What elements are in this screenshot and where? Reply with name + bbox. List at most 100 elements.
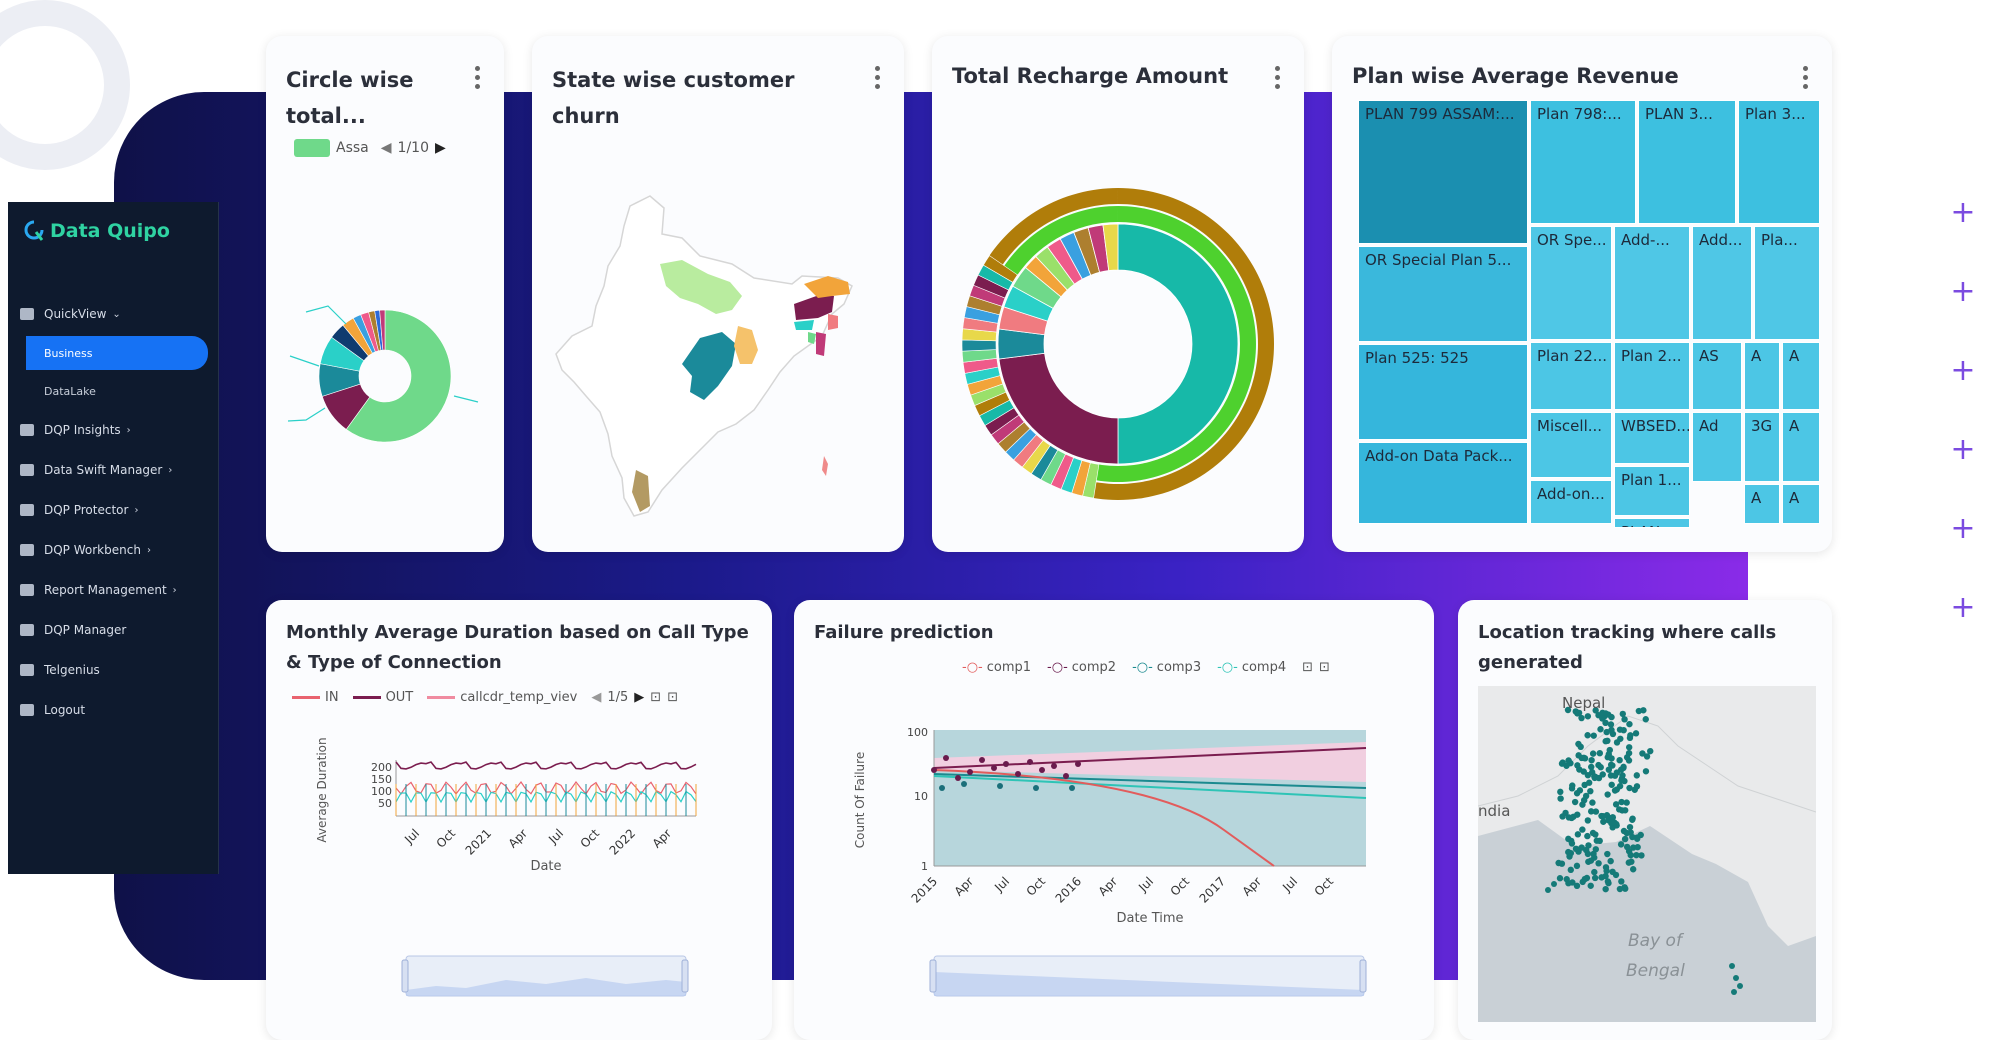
more-options-icon[interactable] bbox=[474, 66, 480, 90]
data-point[interactable] bbox=[979, 757, 985, 763]
treemap-tile[interactable]: Add... bbox=[1692, 226, 1752, 340]
legend-item[interactable]: -○- comp2 bbox=[1047, 660, 1116, 675]
data-point[interactable] bbox=[931, 767, 937, 773]
data-point[interactable] bbox=[1033, 785, 1039, 791]
treemap-tile[interactable]: Miscell... bbox=[1530, 412, 1612, 478]
legend-item[interactable]: OUT bbox=[352, 690, 413, 705]
treemap-tile[interactable]: AS bbox=[1692, 342, 1742, 410]
zoom-icon[interactable]: ⊡ bbox=[1302, 660, 1313, 675]
next-page-icon[interactable]: ▶ bbox=[634, 690, 644, 705]
treemap-tile[interactable]: PLAN 799 ASSAM:... bbox=[1358, 100, 1528, 244]
legend-item[interactable]: -○- comp4 bbox=[1217, 660, 1286, 675]
location-map[interactable]: Nepal ndia Bay of Bengal bbox=[1478, 686, 1816, 1022]
prev-page-icon[interactable]: ◀ bbox=[381, 140, 392, 156]
sidebar-item-dqp-protector[interactable]: DQP Protector › bbox=[8, 490, 218, 530]
next-page-icon[interactable]: ▶ bbox=[435, 140, 446, 156]
treemap-tile[interactable]: Plan 22... bbox=[1530, 342, 1612, 410]
legend-item[interactable]: callcdr_temp_viev bbox=[427, 690, 577, 705]
card-plan-revenue: Plan wise Average Revenue PLAN 799 ASSAM… bbox=[1332, 36, 1832, 552]
sidebar-item-business[interactable]: Business bbox=[26, 336, 208, 370]
sidebar-item-dqp-manager[interactable]: DQP Manager bbox=[8, 610, 218, 650]
call-location-point bbox=[1567, 866, 1574, 874]
call-location-point bbox=[1618, 878, 1625, 885]
data-point[interactable] bbox=[943, 755, 949, 761]
data-point[interactable] bbox=[1039, 767, 1045, 773]
x-axis-label: Date Time bbox=[1116, 911, 1183, 926]
reset-zoom-icon[interactable]: ⊡ bbox=[667, 690, 678, 705]
treemap-tile[interactable]: OR Spe... bbox=[1530, 226, 1612, 340]
treemap-tile[interactable]: A bbox=[1744, 342, 1780, 410]
logo[interactable]: Data Quipo bbox=[24, 220, 170, 242]
treemap-tile[interactable]: A bbox=[1744, 484, 1780, 524]
sidebar-item-telgenius[interactable]: Telgenius bbox=[8, 650, 218, 690]
monthly-duration-chart: 20015010050Jul Oct 2021 Apr Jul Oct 2022 AprAve… bbox=[315, 737, 697, 874]
treemap-tile[interactable]: Add-on... bbox=[1530, 480, 1612, 524]
prev-page-icon[interactable]: ◀ bbox=[591, 690, 601, 705]
legend-item[interactable]: IN bbox=[292, 690, 339, 705]
call-location-point bbox=[1629, 815, 1636, 822]
legend-label[interactable]: Assa bbox=[336, 140, 369, 156]
sidebar-item-dqp-insights[interactable]: DQP Insights › bbox=[8, 410, 218, 450]
range-slider[interactable] bbox=[266, 950, 772, 1010]
data-point[interactable] bbox=[1069, 785, 1075, 791]
data-point[interactable] bbox=[955, 775, 961, 781]
treemap-tile[interactable]: Plan 3... bbox=[1738, 100, 1820, 224]
treemap-tile[interactable]: PLAN ... bbox=[1614, 518, 1690, 528]
call-location-point bbox=[1612, 871, 1620, 879]
data-point[interactable] bbox=[1075, 761, 1081, 767]
treemap-tile[interactable]: Pla... bbox=[1754, 226, 1820, 340]
data-point[interactable] bbox=[939, 785, 945, 791]
data-point[interactable] bbox=[967, 769, 973, 775]
sunburst-slice[interactable] bbox=[961, 339, 997, 352]
treemap-tile[interactable]: A bbox=[1782, 342, 1820, 410]
more-options-icon[interactable] bbox=[1274, 66, 1280, 90]
call-location-point bbox=[1583, 874, 1591, 882]
data-point[interactable] bbox=[997, 783, 1003, 789]
call-location-point bbox=[1574, 811, 1581, 818]
more-options-icon[interactable] bbox=[1802, 66, 1808, 90]
data-point[interactable] bbox=[991, 765, 997, 771]
data-point[interactable] bbox=[1027, 759, 1033, 765]
call-location-point bbox=[1607, 721, 1615, 728]
zoom-icon[interactable]: ⊡ bbox=[650, 690, 661, 705]
call-location-point bbox=[1733, 975, 1739, 981]
treemap-tile[interactable]: A bbox=[1782, 484, 1820, 524]
range-slider[interactable] bbox=[794, 950, 1434, 1010]
treemap-tile[interactable]: A bbox=[1782, 412, 1820, 482]
sidebar-item-quickview[interactable]: QuickView ⌄ bbox=[8, 294, 218, 334]
call-location-point bbox=[1628, 858, 1635, 865]
treemap-tile[interactable]: Plan 2... bbox=[1614, 342, 1690, 410]
series-line-out[interactable] bbox=[395, 761, 697, 770]
treemap-tile[interactable]: Add-on Data Pack... bbox=[1358, 442, 1528, 524]
legend-swatch[interactable] bbox=[294, 139, 330, 157]
call-location-point bbox=[1605, 751, 1612, 758]
x-tick-label: Apr bbox=[506, 826, 531, 851]
treemap-tile[interactable]: OR Special Plan 5... bbox=[1358, 246, 1528, 342]
sidebar-item-logout[interactable]: Logout bbox=[8, 690, 218, 730]
treemap-tile[interactable]: Add-... bbox=[1614, 226, 1690, 340]
legend-item[interactable]: -○- comp3 bbox=[1132, 660, 1201, 675]
treemap-tile[interactable]: Ad bbox=[1692, 412, 1742, 482]
call-location-point bbox=[1623, 799, 1630, 806]
data-point[interactable] bbox=[1051, 763, 1057, 769]
data-point[interactable] bbox=[1063, 773, 1069, 779]
reset-zoom-icon[interactable]: ⊡ bbox=[1319, 660, 1330, 675]
treemap-tile[interactable]: Plan 1... bbox=[1614, 466, 1690, 516]
data-point[interactable] bbox=[1003, 761, 1009, 767]
sidebar-item-report-management[interactable]: Report Management › bbox=[8, 570, 218, 610]
treemap-tile[interactable]: Plan 525: 525 bbox=[1358, 344, 1528, 440]
more-options-icon[interactable] bbox=[874, 66, 880, 90]
plus-icon: + bbox=[1950, 195, 1976, 230]
treemap-tile[interactable]: Plan 798:... bbox=[1530, 100, 1636, 224]
sidebar-item-data-swift-manager[interactable]: Data Swift Manager › bbox=[8, 450, 218, 490]
call-location-point bbox=[1626, 720, 1633, 728]
slider-handle-left bbox=[401, 959, 409, 993]
data-point[interactable] bbox=[961, 781, 967, 787]
sidebar-item-dqp-workbench[interactable]: DQP Workbench › bbox=[8, 530, 218, 570]
treemap-tile[interactable]: PLAN 3... bbox=[1638, 100, 1736, 224]
treemap-tile[interactable]: 3G bbox=[1744, 412, 1780, 482]
data-point[interactable] bbox=[1015, 771, 1021, 777]
legend-item[interactable]: -○- comp1 bbox=[962, 660, 1031, 675]
treemap-tile[interactable]: WBSED... bbox=[1614, 412, 1690, 464]
sidebar-item-datalake[interactable]: DataLake bbox=[8, 372, 218, 410]
